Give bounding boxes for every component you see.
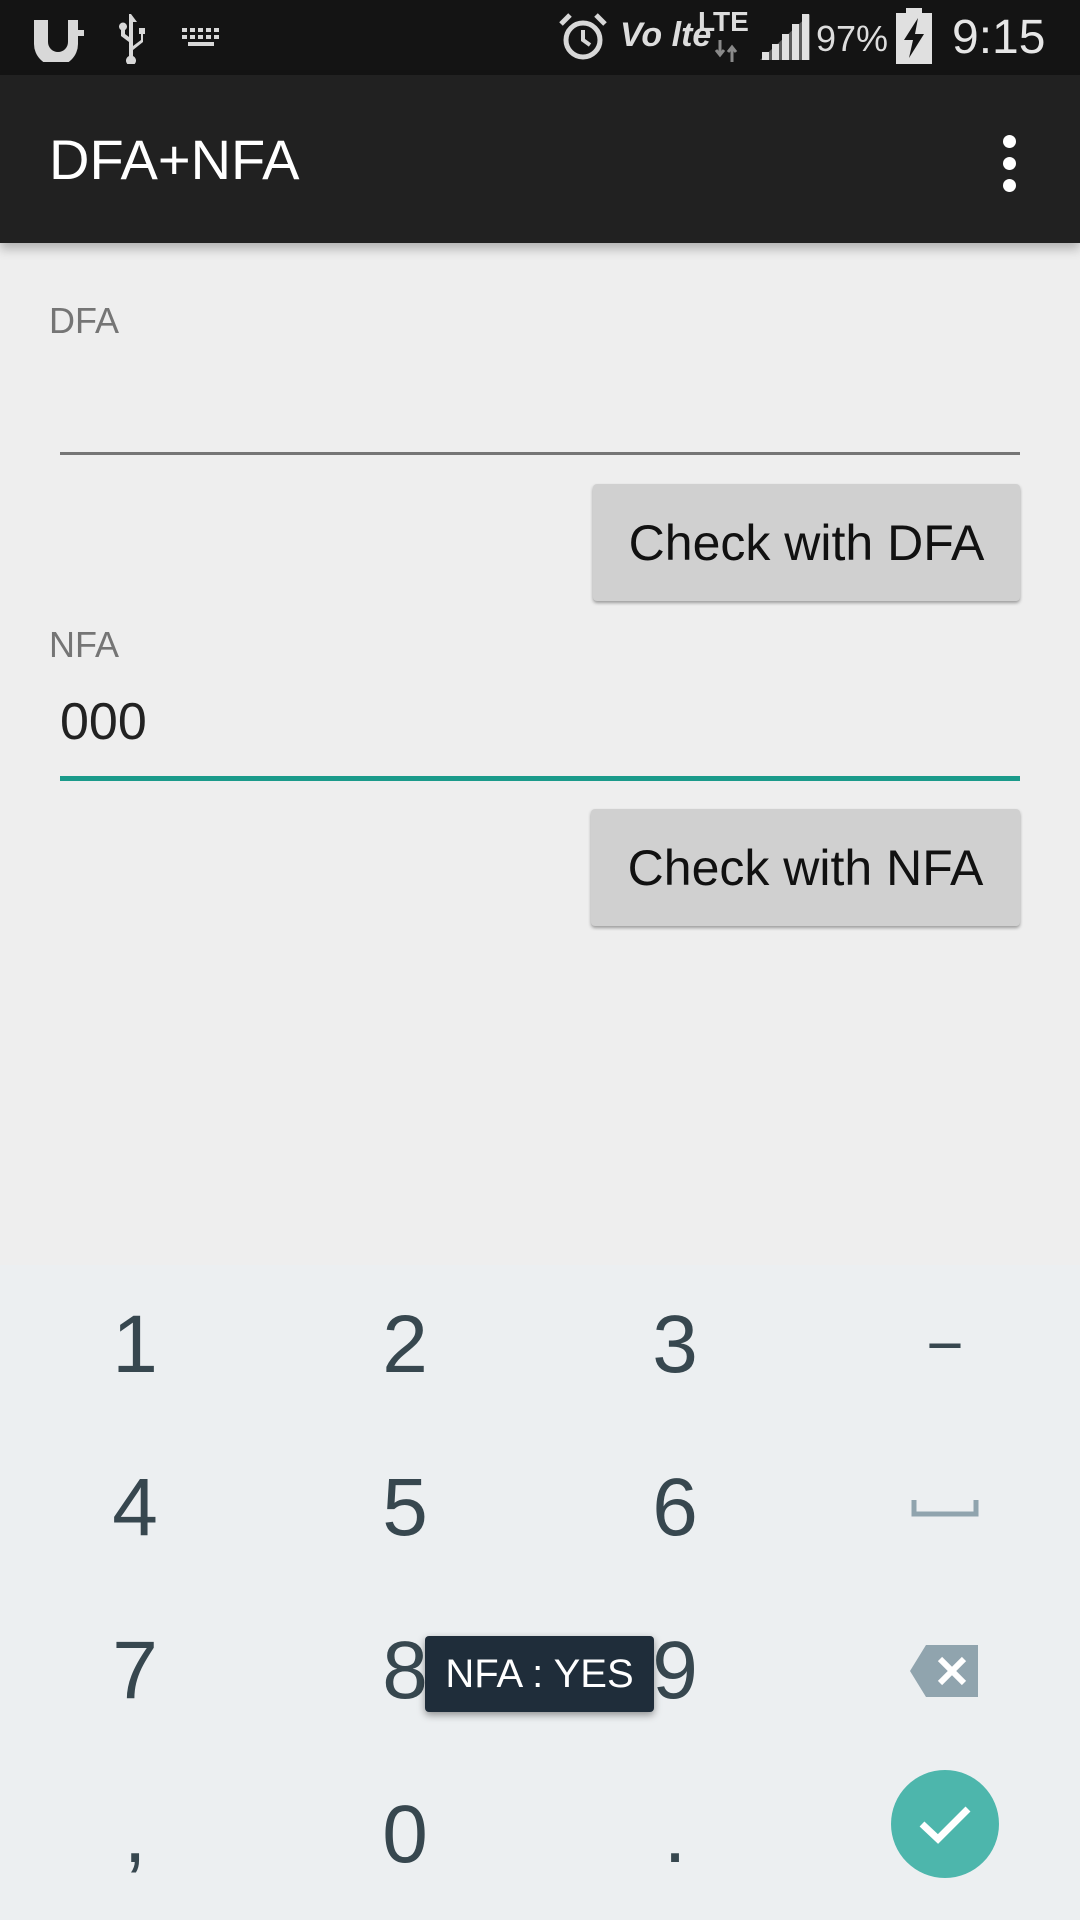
usb-icon [119,14,145,64]
app-bar: DFA+NFA [0,75,1080,243]
key-6[interactable]: 6 [540,1428,810,1588]
toast-message: NFA : YES [425,1636,654,1712]
dfa-label: DFA [49,300,120,341]
key-period[interactable]: . [540,1755,810,1915]
key-minus[interactable]: − [810,1265,1080,1425]
app-title: DFA+NFA [49,128,300,191]
keyboard-icon [182,28,219,46]
key-5[interactable]: 5 [270,1428,540,1588]
check-with-dfa-button[interactable]: Check with DFA [593,484,1020,601]
key-backspace[interactable] [810,1591,1080,1751]
key-1[interactable]: 1 [0,1265,270,1425]
alarm-icon [559,13,607,60]
key-3[interactable]: 3 [540,1265,810,1425]
backspace-icon [910,1645,978,1697]
key-space[interactable] [810,1428,1080,1588]
key-4[interactable]: 4 [0,1428,270,1588]
space-icon [911,1500,979,1517]
battery-charging-icon [896,8,932,64]
signal-icon [760,14,810,60]
key-comma[interactable]: , [0,1755,270,1915]
status-bar: Vo lte LTE 97% 9:15 [0,0,1080,75]
check-with-nfa-button[interactable]: Check with NFA [591,809,1020,926]
done-key[interactable] [891,1770,999,1878]
key-7[interactable]: 7 [0,1591,270,1751]
checkmark-icon [919,1806,971,1844]
nfa-input-underline [60,776,1020,781]
battery-percent: 97% [816,18,889,59]
nfa-label: NFA [49,624,120,665]
key-0[interactable]: 0 [270,1755,540,1915]
uc-browser-icon [34,20,84,62]
more-vert-icon[interactable] [990,135,1030,195]
lte-icon: LTE [698,6,749,37]
dfa-input-underline [60,452,1020,455]
key-2[interactable]: 2 [270,1265,540,1425]
data-arrows-icon [714,40,738,62]
nfa-input[interactable]: 000 [60,692,147,752]
dfa-input[interactable] [60,370,1020,440]
clock: 9:15 [952,11,1046,64]
